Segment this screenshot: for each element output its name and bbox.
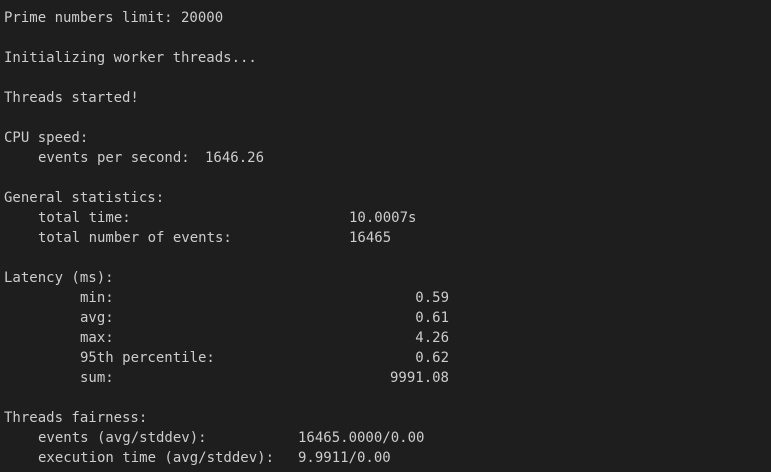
general-header: General statistics: <box>4 190 165 206</box>
latency-p95-value: 0.62 <box>415 350 449 366</box>
fairness-events-row: events (avg/stddev): 16465.0000/0.00 <box>4 428 771 448</box>
cpu-eps-value: 1646.26 <box>205 150 265 166</box>
total-time-label: total time: <box>38 210 131 226</box>
fairness-exec-row: execution time (avg/stddev): 9.9911/0.00 <box>4 448 771 468</box>
latency-p95-label: 95th percentile: <box>80 350 215 366</box>
fairness-exec-label: execution time (avg/stddev): <box>38 450 275 466</box>
fairness-exec-value: 9.9911/0.00 <box>298 450 391 466</box>
latency-avg-value: 0.61 <box>415 310 449 326</box>
total-time-row: total time: 10.0007s <box>4 208 771 228</box>
cpu-header: CPU speed: <box>4 130 89 146</box>
total-time-value: 10.0007s <box>349 210 417 226</box>
fairness-events-label: events (avg/stddev): <box>38 430 207 446</box>
latency-sum-value: 9991.08 <box>389 370 449 386</box>
latency-header: Latency (ms): <box>4 270 114 286</box>
fairness-events-value: 16465.0000/0.00 <box>298 430 425 446</box>
latency-row: sum: 9991.08 <box>4 368 771 388</box>
latency-row: min: 0.59 <box>4 288 771 308</box>
init-line: Initializing worker threads... <box>4 50 257 66</box>
latency-min-label: min: <box>80 290 114 306</box>
latency-avg-label: avg: <box>80 310 114 326</box>
latency-min-value: 0.59 <box>415 290 449 306</box>
latency-row: max: 4.26 <box>4 328 771 348</box>
latency-max-value: 4.26 <box>415 330 449 346</box>
total-events-row: total number of events: 16465 <box>4 228 771 248</box>
total-events-value: 16465 <box>349 230 392 246</box>
latency-row: 95th percentile: 0.62 <box>4 348 771 368</box>
started-line: Threads started! <box>4 90 139 106</box>
latency-max-label: max: <box>80 330 114 346</box>
latency-row: avg: 0.61 <box>4 308 771 328</box>
total-events-label: total number of events: <box>38 230 232 246</box>
latency-sum-label: sum: <box>80 370 114 386</box>
fairness-header: Threads fairness: <box>4 410 148 426</box>
terminal-output[interactable]: Prime numbers limit: 20000 Initializing … <box>0 0 771 472</box>
cpu-eps-label: events per second: <box>38 150 190 166</box>
cpu-eps-row: events per second: 1646.26 <box>4 148 771 168</box>
prime-limit-line: Prime numbers limit: 20000 <box>4 10 224 26</box>
